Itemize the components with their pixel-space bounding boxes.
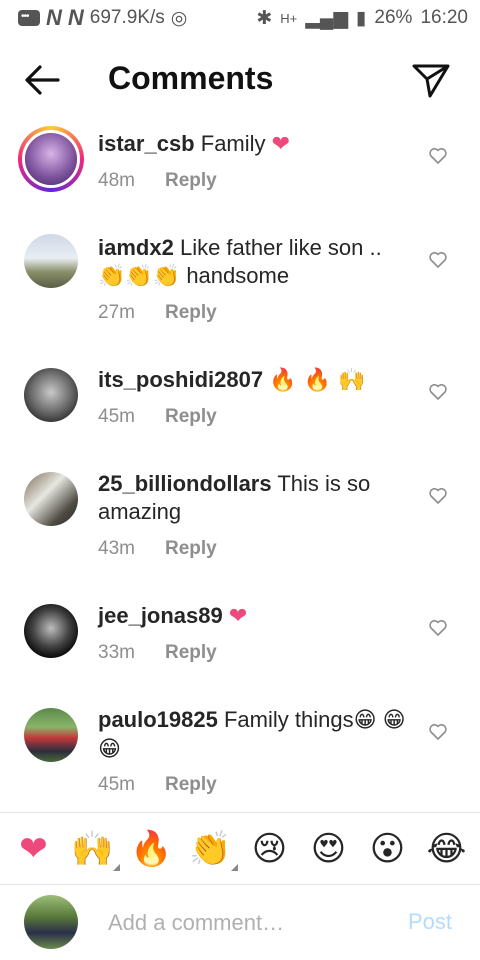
comment-time: 45m [98, 406, 135, 427]
clap-emoji-glyph: 👏 [189, 828, 232, 869]
paper-plane-icon [412, 64, 450, 98]
comment-text: istar_csb Family ❤ [98, 130, 408, 159]
comment-meta: 45m Reply [98, 406, 217, 428]
comment-text: iamdx2 Like father like son .. 👏👏👏 hands… [98, 234, 408, 291]
heart-outline-icon[interactable] [428, 382, 448, 402]
avatar[interactable] [24, 234, 78, 288]
heart-outline-icon[interactable] [428, 618, 448, 638]
avatar[interactable] [18, 126, 84, 192]
network-type: H+ [280, 10, 298, 26]
comment-message: Family things [223, 707, 354, 732]
chat-notification-icon [18, 10, 40, 26]
raised-hands-emoji-button[interactable]: 🙌 [70, 828, 120, 871]
heart-outline-icon[interactable] [428, 722, 448, 742]
reply-button[interactable]: Reply [165, 774, 217, 796]
comment-input[interactable] [108, 905, 388, 941]
heart-eyes-emoji-button[interactable]: 😍 [306, 829, 352, 869]
status-bar: N N 697.9K/s ◎ ✱ H+ ▂▄▆ ▮ 26% 16:20 [0, 0, 480, 36]
comment-emojis: 🔥 🔥 🙌 [269, 368, 366, 393]
skin-tone-indicator [112, 863, 120, 871]
comment-text: its_poshidi2807 🔥 🔥 🙌 [98, 366, 408, 395]
comment-username[interactable]: 25_billiondollars [98, 471, 272, 496]
page-title: Comments [108, 60, 274, 96]
heart-outline-icon[interactable] [428, 146, 448, 166]
reply-button[interactable]: Reply [165, 642, 217, 664]
heart-outline-icon[interactable] [428, 486, 448, 506]
reply-button[interactable]: Reply [165, 302, 217, 324]
comment-emojis: ❤ [228, 604, 248, 629]
skin-tone-indicator [230, 863, 238, 871]
header: Comments [0, 44, 480, 116]
comment-time: 48m [98, 170, 135, 191]
comment-username[interactable]: jee_jonas89 [98, 603, 223, 628]
clock: 16:20 [420, 7, 468, 28]
comment-emojis: ❤ [271, 132, 291, 157]
comment-emojis: 😁 [353, 708, 377, 733]
avatar[interactable] [24, 472, 78, 526]
heart-emoji-button[interactable]: ❤ [11, 829, 57, 869]
comment-time: 45m [98, 774, 135, 795]
arrow-left-icon [25, 65, 60, 95]
comment-message: Family [200, 131, 266, 156]
comment-composer: Post [0, 884, 480, 960]
comment-meta: 48m Reply [98, 170, 217, 192]
current-user-avatar [24, 895, 78, 949]
comment-time: 27m [98, 302, 135, 323]
comment-username[interactable]: iamdx2 [98, 235, 174, 260]
comment-meta: 33m Reply [98, 642, 217, 664]
comment-username[interactable]: istar_csb [98, 131, 195, 156]
post-button[interactable]: Post [408, 909, 452, 935]
comment-username[interactable]: its_poshidi2807 [98, 367, 263, 392]
laughing-emoji-button[interactable]: 😂 [424, 829, 470, 869]
comment-text: 25_billiondollars This is so amazing [98, 470, 408, 526]
avatar[interactable] [24, 604, 78, 658]
comment-text: paulo19825 Family things😁 😁😁 [98, 706, 408, 764]
signal-icon: ▂▄▆ [305, 7, 348, 29]
comment-meta: 45m Reply [98, 774, 217, 796]
avatar[interactable] [24, 368, 78, 422]
raised-hands-emoji-glyph: 🙌 [71, 828, 114, 869]
reply-button[interactable]: Reply [165, 406, 217, 428]
comment-meta: 43m Reply [98, 538, 217, 560]
network-speed: 697.9K/s [89, 7, 165, 28]
surprised-emoji-button[interactable]: 😮 [365, 829, 411, 869]
comment-message-after: handsome [186, 263, 290, 288]
comment-time: 43m [98, 538, 135, 559]
share-button[interactable] [410, 60, 452, 100]
comment-time: 33m [98, 642, 135, 663]
n-notification-icon: N [46, 5, 62, 30]
sad-emoji-button[interactable]: 😢 [247, 829, 293, 869]
battery-icon: ▮ [355, 7, 367, 29]
emoji-quick-bar: ❤ 🙌 🔥 👏 😢 😍 😮 😂 [0, 812, 480, 884]
battery-level: 26% [374, 7, 413, 28]
comment-text: jee_jonas89 ❤ [98, 602, 408, 631]
avatar[interactable] [24, 708, 78, 762]
comment-emojis: 👏👏👏 [98, 264, 181, 289]
clap-emoji-button[interactable]: 👏 [188, 828, 238, 871]
back-button[interactable] [22, 62, 62, 98]
reply-button[interactable]: Reply [165, 170, 217, 192]
reply-button[interactable]: Reply [165, 538, 217, 560]
bluetooth-icon: ✱ [256, 7, 273, 29]
comment-meta: 27m Reply [98, 302, 217, 324]
hotspot-icon: ◎ [170, 7, 188, 29]
n-notification-icon-2: N [67, 5, 84, 30]
comment-message: Like father like son .. [179, 235, 382, 260]
heart-outline-icon[interactable] [428, 250, 448, 270]
fire-emoji-button[interactable]: 🔥 [129, 829, 175, 869]
comment-username[interactable]: paulo19825 [98, 707, 218, 732]
